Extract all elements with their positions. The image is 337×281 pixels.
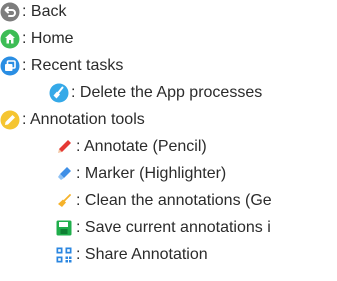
legend-label-annotate-pencil: : Annotate (Pencil) — [76, 138, 207, 155]
legend-label-recent-tasks: : Recent tasks — [22, 57, 124, 74]
legend-label-home: : Home — [22, 30, 74, 47]
legend-label-back: : Back — [22, 3, 67, 20]
back-circle-icon — [0, 2, 20, 22]
broom-circle-icon — [49, 83, 69, 103]
legend-item-back: : Back — [0, 2, 66, 22]
qr-code-icon — [54, 245, 74, 265]
save-floppy-icon — [54, 218, 74, 238]
legend-item-annotate-pencil: : Annotate (Pencil) — [54, 137, 207, 157]
legend-item-home: : Home — [0, 29, 74, 49]
legend-label-delete-app-processes: : Delete the App processes — [71, 84, 263, 101]
blue-marker-icon — [54, 164, 74, 184]
legend-label-annotation-tools: : Annotation tools — [22, 111, 145, 128]
legend-item-save-annotations: : Save current annotations i — [54, 218, 271, 238]
legend-label-share-annotation: : Share Annotation — [76, 246, 208, 263]
recent-tasks-circle-icon — [0, 56, 20, 76]
legend-item-marker: : Marker (Highlighter) — [54, 164, 226, 184]
legend-item-recent-tasks: : Recent tasks — [0, 56, 123, 76]
red-pencil-icon — [54, 137, 74, 157]
home-circle-icon — [0, 29, 20, 49]
legend-item-share-annotation: : Share Annotation — [54, 245, 208, 265]
legend-label-clean-annotations: : Clean the annotations (Ge — [76, 192, 272, 209]
pencil-circle-icon — [0, 110, 20, 130]
legend-label-save-annotations: : Save current annotations i — [76, 219, 271, 236]
eraser-broom-icon — [54, 191, 74, 211]
legend-item-clean-annotations: : Clean the annotations (Ge — [54, 191, 272, 211]
legend-label-marker: : Marker (Highlighter) — [76, 165, 227, 182]
legend-item-delete-app-processes: : Delete the App processes — [49, 83, 262, 103]
legend-item-annotation-tools: : Annotation tools — [0, 110, 145, 130]
